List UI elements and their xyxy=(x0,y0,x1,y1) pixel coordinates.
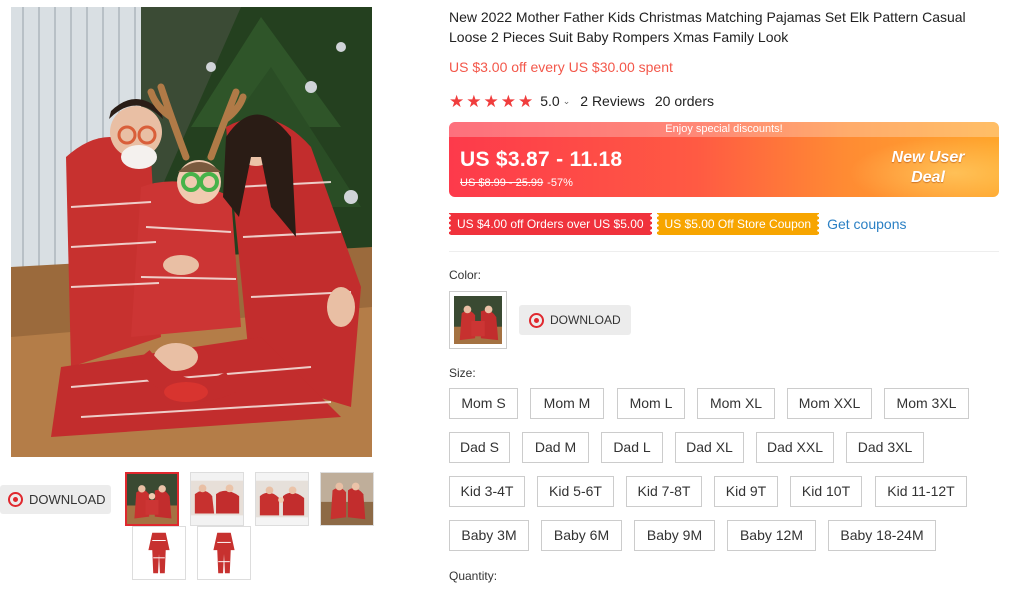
thumbnail-3[interactable] xyxy=(255,472,309,526)
product-title: New 2022 Mother Father Kids Christmas Ma… xyxy=(449,9,966,45)
size-option[interactable]: Baby 9M xyxy=(634,520,715,551)
deal-line-2: Deal xyxy=(911,169,945,186)
rating-row: ★ ★ ★ ★ ★ 5.0 ⌄ 2 Reviews 20 orders xyxy=(449,92,714,110)
download-button[interactable]: DOWNLOAD xyxy=(0,485,111,514)
chevron-down-icon[interactable]: ⌄ xyxy=(563,96,571,107)
thumbnail-image xyxy=(127,474,177,524)
thumbnail-image xyxy=(133,527,185,579)
thumbnail-5[interactable] xyxy=(132,526,186,580)
download-button-color[interactable]: DOWNLOAD xyxy=(519,305,631,335)
download-target-icon xyxy=(529,312,544,328)
size-option[interactable]: Baby 12M xyxy=(727,520,816,551)
size-option[interactable]: Dad S xyxy=(449,432,510,463)
thumbnail-4[interactable] xyxy=(320,472,374,526)
size-option[interactable]: Dad XXL xyxy=(756,432,834,463)
quantity-label: Quantity: xyxy=(449,569,498,583)
rating-value[interactable]: 5.0 xyxy=(540,93,559,109)
price-banner: Enjoy special discounts! US $3.87 - 11.1… xyxy=(449,122,999,197)
current-price: US $3.87 - 11.18 xyxy=(460,148,623,171)
get-coupons-link[interactable]: Get coupons xyxy=(827,216,906,232)
coupon-orders-over[interactable]: US $4.00 off Orders over US $5.00 xyxy=(448,213,653,235)
size-option[interactable]: Dad 3XL xyxy=(846,432,924,463)
original-price: US $8.99 - 25.99 xyxy=(460,177,544,189)
size-option[interactable]: Mom XXL xyxy=(787,388,872,419)
color-swatch-image xyxy=(454,296,502,344)
size-option[interactable]: Dad L xyxy=(601,432,663,463)
download-label: DOWNLOAD xyxy=(550,313,621,327)
coupon-store[interactable]: US $5.00 Off Store Coupon xyxy=(655,213,820,235)
orders-count: 20 orders xyxy=(654,93,715,109)
thumbnail-image xyxy=(191,473,243,525)
download-label: DOWNLOAD xyxy=(29,492,106,507)
size-option[interactable]: Kid 10T xyxy=(790,476,862,507)
deal-line-1: New User xyxy=(891,149,965,166)
thumbnail-image xyxy=(321,473,373,525)
color-label: Color: xyxy=(449,268,482,282)
size-option[interactable]: Baby 18-24M xyxy=(828,520,936,551)
size-option[interactable]: Mom XL xyxy=(697,388,775,419)
star-icon: ★ xyxy=(500,91,516,111)
family-pajamas-photo xyxy=(11,7,372,457)
original-price-row: US $8.99 - 25.99 -57% xyxy=(460,177,573,189)
thumbnail-6[interactable] xyxy=(197,526,251,580)
main-product-image[interactable] xyxy=(11,7,372,457)
size-option[interactable]: Kid 3-4T xyxy=(449,476,525,507)
coupon-row: US $4.00 off Orders over US $5.00 US $5.… xyxy=(448,213,906,235)
size-label: Size: xyxy=(449,366,476,380)
size-option[interactable]: Mom L xyxy=(617,388,685,419)
size-option[interactable]: Kid 5-6T xyxy=(537,476,614,507)
size-option[interactable]: Kid 7-8T xyxy=(626,476,702,507)
size-option[interactable]: Mom M xyxy=(530,388,604,419)
rating-stars: ★ ★ ★ ★ ★ xyxy=(449,93,533,110)
new-user-deal-badge: New User Deal xyxy=(873,148,983,188)
thumbnail-image xyxy=(256,473,308,525)
size-option[interactable]: Dad XL xyxy=(675,432,744,463)
size-option[interactable]: Mom 3XL xyxy=(884,388,969,419)
size-option[interactable]: Baby 6M xyxy=(541,520,622,551)
size-option[interactable]: Baby 3M xyxy=(449,520,529,551)
thumbnail-1[interactable] xyxy=(125,472,179,526)
size-option[interactable]: Dad M xyxy=(522,432,589,463)
section-divider xyxy=(449,251,999,252)
star-icon: ★ xyxy=(518,91,534,111)
size-option[interactable]: Mom S xyxy=(449,388,518,419)
color-option[interactable] xyxy=(449,291,507,349)
reviews-link[interactable]: 2 Reviews xyxy=(580,93,645,109)
size-option[interactable]: Kid 9T xyxy=(714,476,778,507)
banner-top-text: Enjoy special discounts! xyxy=(449,122,999,137)
star-icon: ★ xyxy=(449,91,465,111)
size-option[interactable]: Kid 11-12T xyxy=(875,476,967,507)
thumbnail-image xyxy=(198,527,250,579)
download-target-icon xyxy=(8,492,23,507)
thumbnail-2[interactable] xyxy=(190,472,244,526)
discount-percent: -57% xyxy=(547,177,573,189)
star-icon: ★ xyxy=(483,91,499,111)
star-icon: ★ xyxy=(466,91,482,111)
store-promo-text: US $3.00 off every US $30.00 spent xyxy=(449,59,673,75)
